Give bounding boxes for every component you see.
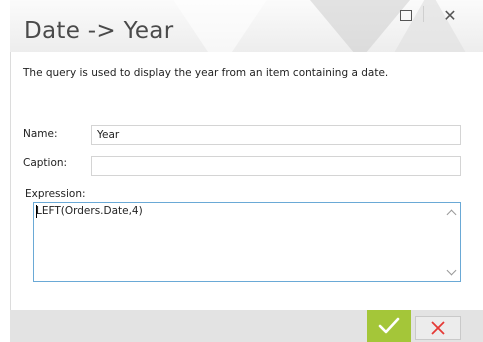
expression-label: Expression:: [25, 188, 86, 200]
expression-textarea[interactable]: LEFT(Orders.Date,4): [33, 202, 461, 282]
scroll-down-button[interactable]: [446, 265, 456, 277]
close-button[interactable]: ✕: [436, 4, 464, 26]
title-button-separator: [423, 6, 424, 22]
title-decoration: [160, 0, 280, 52]
caption-input[interactable]: [91, 156, 461, 176]
description-text: The query is used to display the year fr…: [23, 67, 389, 79]
maximize-icon: [400, 9, 412, 21]
cross-icon: [431, 321, 445, 335]
text-caret: [36, 205, 37, 218]
check-icon: [378, 317, 400, 334]
dialog-content: The query is used to display the year fr…: [10, 52, 483, 310]
cancel-button[interactable]: [415, 316, 461, 340]
chevron-down-icon: [446, 265, 456, 275]
dialog-window: Date -> Year ✕ The query is used to disp…: [0, 0, 483, 342]
maximize-button[interactable]: [392, 4, 420, 26]
chevron-up-icon: [446, 209, 456, 219]
caption-label: Caption:: [23, 157, 68, 169]
title-bar[interactable]: Date -> Year ✕: [10, 0, 483, 52]
dialog-title: Date -> Year: [24, 18, 174, 44]
dialog-footer: [10, 310, 483, 342]
name-label: Name:: [23, 128, 58, 140]
close-icon: ✕: [443, 5, 457, 25]
name-input[interactable]: Year: [91, 125, 461, 145]
ok-button[interactable]: [367, 310, 411, 342]
expression-text: LEFT(Orders.Date,4): [36, 205, 143, 217]
scroll-up-button[interactable]: [446, 207, 456, 219]
